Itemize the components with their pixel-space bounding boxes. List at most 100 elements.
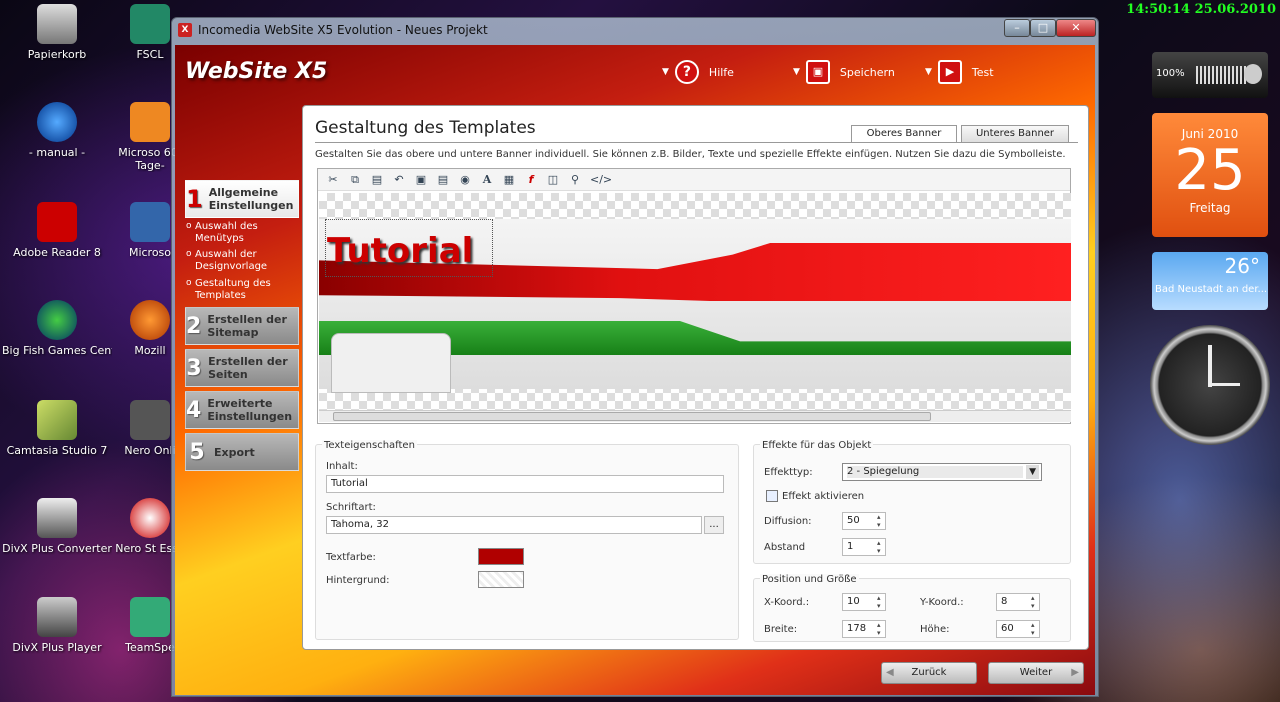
cut-icon[interactable]: ✂ [326,173,340,187]
zoom-icon[interactable]: ⚲ [568,173,582,187]
minimize-button[interactable]: – [1004,19,1030,37]
close-button[interactable]: ✕ [1056,19,1096,37]
calendar-day: 25 [1174,138,1246,203]
font-label: Schriftart: [326,502,376,513]
nav-step-pages[interactable]: 3 Erstellen der Seiten [185,349,299,387]
test-label: Test [971,65,994,79]
banner-canvas[interactable]: Tutorial [319,193,1071,411]
content-label: Inhalt: [326,461,358,472]
diffusion-label: Diffusion: [764,516,812,527]
effect-activate-checkbox[interactable] [766,490,778,502]
bring-front-icon[interactable]: ▣ [414,173,428,187]
height-stepper[interactable]: 60 [996,620,1040,638]
text-icon[interactable]: A [480,173,494,187]
width-label: Breite: [764,624,798,635]
tab-top-banner[interactable]: Oberes Banner [851,125,957,143]
text-color-label: Textfarbe: [326,552,376,563]
image-icon[interactable]: ▦ [502,173,516,187]
desktop-icon-manual[interactable]: - manual - [2,102,112,159]
calendar-gadget[interactable]: Juni 2010 25 Freitag [1152,113,1268,237]
step-number: 3 [186,355,202,381]
html-code-icon[interactable]: </> [590,173,612,187]
desktop-icon-recycle-bin[interactable]: Papierkorb [2,4,112,61]
effect-activate-label: Effekt aktivieren [782,491,865,502]
effect-type-label: Effekttyp: [764,467,813,478]
copy-icon[interactable]: ⧉ [348,173,362,187]
nav-step-general[interactable]: 1 Allgemeine Einstellungen [185,180,299,218]
clock-hand [1208,345,1212,387]
x-coord-label: X-Koord.: [764,597,810,608]
volume-gadget[interactable]: 100% [1152,52,1268,98]
scroll-thumb[interactable] [333,412,931,421]
font-input[interactable]: Tahoma, 32 [326,516,702,534]
frame-icon[interactable]: ◫ [546,173,560,187]
app-icon [130,4,170,44]
help-icon: ? [674,60,699,84]
text-color-swatch[interactable] [478,548,524,565]
desktop-icon-divx-player[interactable]: DivX Plus Player [2,597,112,654]
test-button[interactable]: ▼ ▶ Test [925,60,994,84]
desktop-icon-adobe-reader[interactable]: Adobe Reader 8 [2,202,112,259]
font-browse-button[interactable]: ... [704,516,724,534]
desktop-icon-big-fish[interactable]: Big Fish Games Center [2,300,112,357]
title-bar[interactable]: X Incomedia WebSite X5 Evolution - Neues… [172,18,1098,42]
desktop-icon-divx-converter[interactable]: DivX Plus Converter [2,498,112,555]
chevron-right-icon: ▶ [1071,667,1079,678]
y-coord-stepper[interactable]: 8 [996,593,1040,611]
nero-icon [130,400,170,440]
divx-player-icon [37,597,77,637]
effects-group: Effekte für das Objekt Effekttyp: 2 - Sp… [753,440,1071,564]
background-color-swatch[interactable] [478,571,524,588]
banner-white-box [331,333,451,393]
x-coord-stepper[interactable]: 10 [842,593,886,611]
analog-clock-gadget[interactable] [1150,325,1270,445]
weather-gadget[interactable]: 26° Bad Neustadt an der... [1152,252,1268,310]
speaker-icon [1244,64,1262,84]
nav-step-sitemap[interactable]: 2 Erstellen der Sitemap [185,307,299,345]
step-number: 2 [186,313,202,339]
website-x5-logo: WebSite X5 [185,59,327,84]
digital-clock: 14:50:14 25.06.2010 [1126,2,1276,17]
chevron-down-icon: ▼ [1026,465,1039,479]
banner-editor[interactable]: ✂ ⧉ ▤ ↶ ▣ ▤ ◉ A ▦ f ◫ ⚲ </> Tutorial [317,168,1071,424]
chevron-down-icon: ▼ [662,67,669,77]
maximize-button[interactable]: □ [1030,19,1056,37]
pdf-icon [37,202,77,242]
height-label: Höhe: [920,624,950,635]
undo-icon[interactable]: ↶ [392,173,406,187]
chevron-down-icon: ▼ [793,67,800,77]
chevron-left-icon: ◀ [886,667,894,678]
nav-sub-template-design[interactable]: Gestaltung des Templates [186,277,295,302]
app-icon [130,202,170,242]
main-window[interactable]: X Incomedia WebSite X5 Evolution - Neues… [171,17,1099,697]
send-back-icon[interactable]: ▤ [436,173,450,187]
nav-step-export[interactable]: 5 Export [185,433,299,471]
tab-bottom-banner[interactable]: Unteres Banner [961,125,1069,143]
paste-icon[interactable]: ▤ [370,173,384,187]
weather-temp: 26° [1224,254,1260,278]
nav-step-advanced[interactable]: 4 Erweiterte Einstellungen [185,391,299,429]
group-label: Texteigenschaften [322,440,417,451]
content-input[interactable]: Tutorial [326,475,724,493]
step-label: Erstellen der Sitemap [207,313,287,339]
desktop-icon-camtasia[interactable]: Camtasia Studio 7 [2,400,112,457]
effect-type-select[interactable]: 2 - Spiegelung ▼ [842,463,1042,481]
width-stepper[interactable]: 178 [842,620,886,638]
diffusion-stepper[interactable]: 50 [842,512,886,530]
app-logo-icon: X [178,23,192,37]
save-button[interactable]: ▼ ▣ Speichern [793,60,895,84]
help-button[interactable]: ▼ ? Hilfe [662,60,734,84]
nav-sub-design-template[interactable]: Auswahl der Designvorlage [186,248,295,273]
next-button[interactable]: Weiter ▶ [988,662,1084,684]
weather-location: Bad Neustadt an der... [1155,284,1268,295]
test-icon: ▶ [937,60,962,84]
divx-converter-icon [37,498,77,538]
flash-icon[interactable]: f [524,173,538,187]
nav-sub-menu-type[interactable]: Auswahl des Menütyps [186,220,295,245]
horizontal-scrollbar[interactable] [319,410,1071,422]
distance-stepper[interactable]: 1 [842,538,886,556]
back-button[interactable]: ◀ Zurück [881,662,977,684]
globe-icon[interactable]: ◉ [458,173,472,187]
window-client: WebSite X5 ▼ ? Hilfe ▼ ▣ Speichern ▼ ▶ T… [175,45,1095,695]
firefox-icon [130,300,170,340]
